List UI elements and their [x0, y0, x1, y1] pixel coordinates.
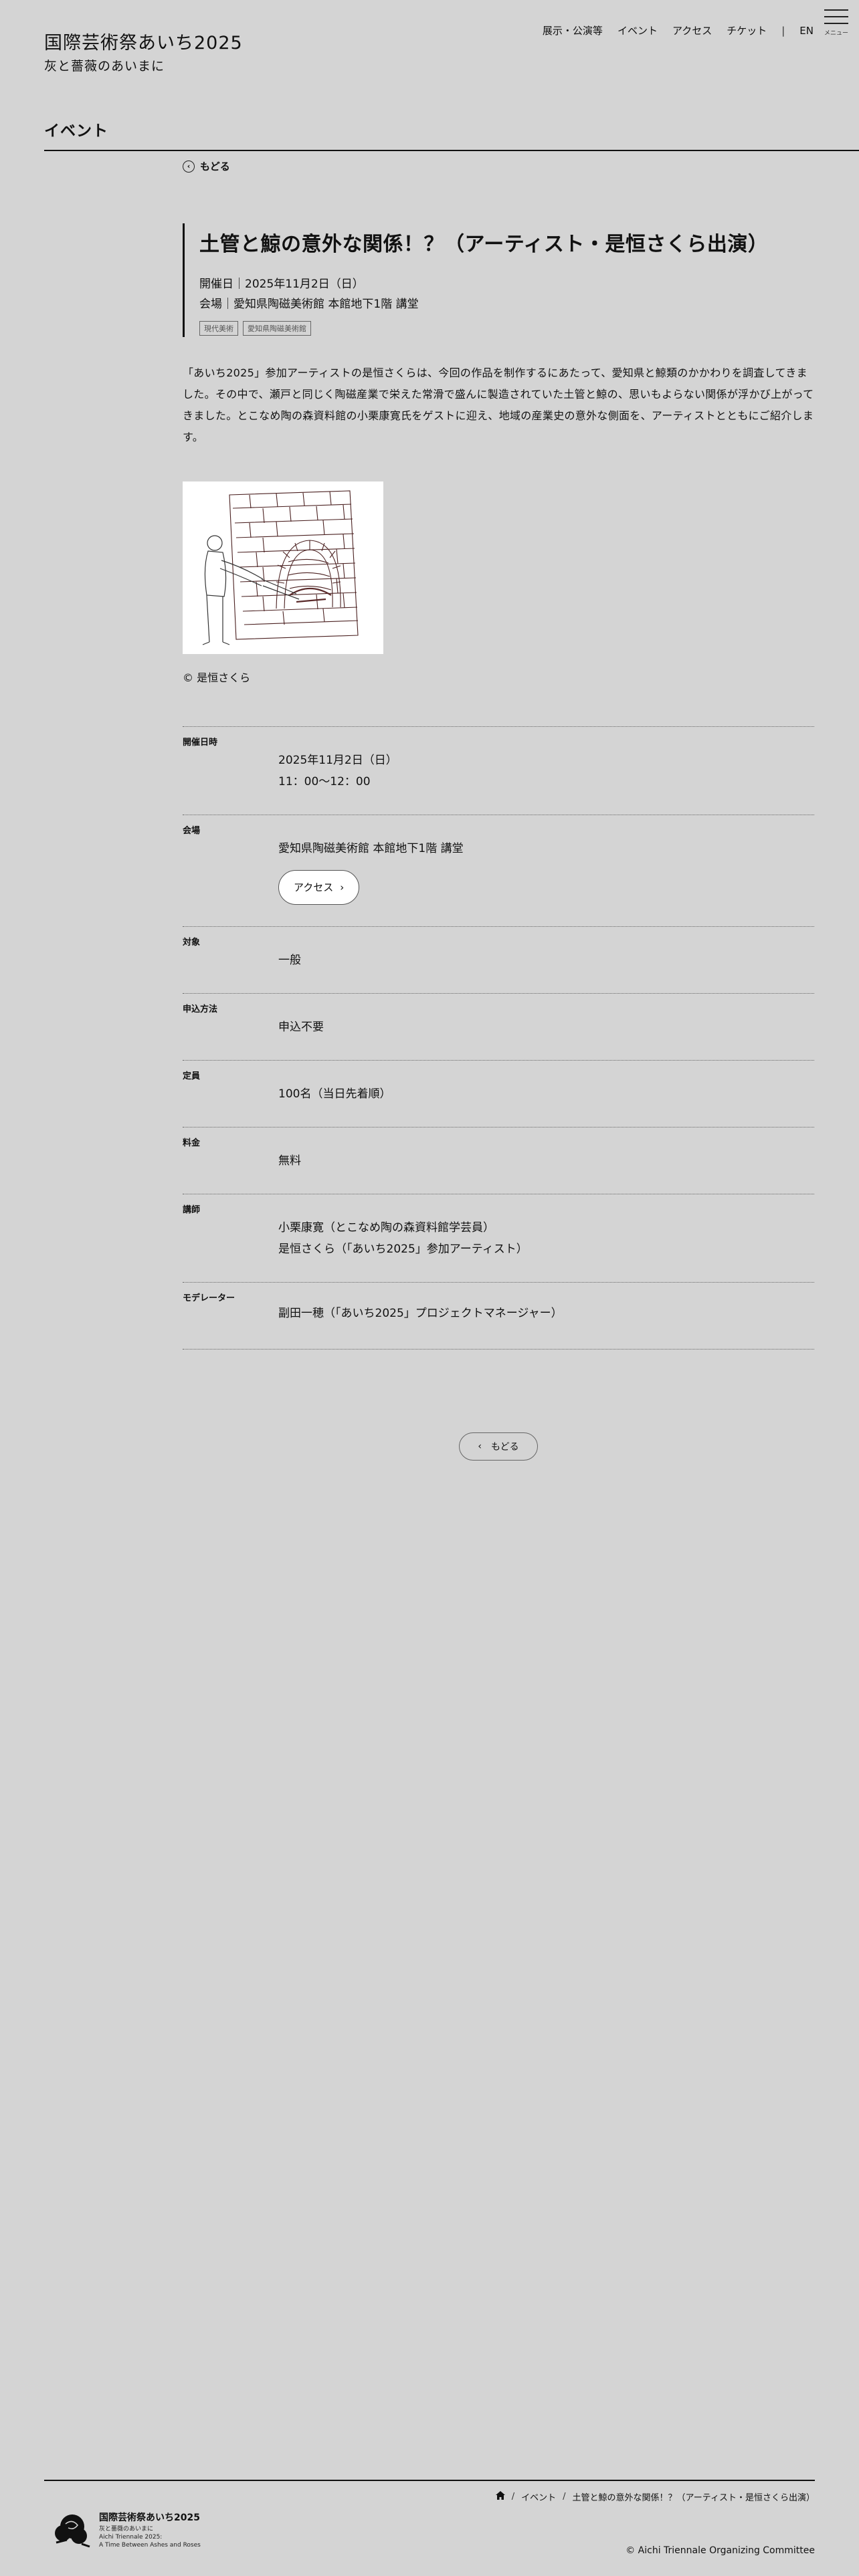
detail-row-moderator: モデレーター 副田一穂（「あいち2025」プロジェクトマネージャー） — [183, 1283, 814, 1350]
footer-logo-sub-2: Aichi Triennale 2025: — [99, 2534, 163, 2541]
site-title[interactable]: 国際芸術祭あいち2025 — [44, 28, 243, 54]
detail-row-capacity: 定員 100名（当日先着順） — [183, 1061, 814, 1128]
tag-list: 現代美術 愛知県陶磁美術館 — [199, 321, 814, 336]
hamburger-icon-bar — [824, 16, 848, 17]
event-description: 「あいち2025」参加アーティストの是恒さくらは、今回の作品を制作するにあたって… — [183, 366, 814, 443]
menu-label: メニュー — [824, 30, 848, 37]
copyright: © Aichi Triennale Organizing Committee — [626, 2545, 815, 2556]
access-button[interactable]: アクセス › — [278, 870, 360, 905]
hamburger-icon — [824, 9, 848, 11]
page-heading: イベント — [44, 118, 859, 151]
nav-item-tickets[interactable]: チケット — [727, 23, 767, 37]
detail-label: 講師 — [183, 1205, 201, 1215]
back-link-top[interactable]: ‹ もどる — [183, 159, 230, 173]
detail-row-venue: 会場 愛知県陶磁美術館 本館地下1階 講堂 アクセス › — [183, 815, 814, 927]
detail-row-apply: 申込方法 申込不要 — [183, 994, 814, 1061]
event-date: 開催日｜2025年11月2日（日） — [199, 278, 364, 291]
back-label: もどる — [200, 160, 230, 173]
detail-label: 開催日時 — [183, 738, 218, 748]
detail-time: 11：00〜12：00 — [278, 775, 371, 788]
kiln-drawing — [202, 490, 359, 645]
detail-value: 副田一穂（「あいち2025」プロジェクトマネージャー） — [278, 1307, 563, 1320]
detail-value: 小栗康寛（とこなめ陶の森資料館学芸員） 是恒さくら（「あいち2025」参加アーテ… — [183, 1194, 814, 1260]
back-label: もどる — [490, 1442, 519, 1453]
event-details: 開催日時 2025年11月2日（日） 11：00〜12：00 会場 愛知県陶磁美… — [183, 726, 814, 1350]
chevron-right-icon: › — [340, 881, 345, 893]
detail-value: 申込不要 — [278, 1021, 324, 1034]
event-meta: 開催日｜2025年11月2日（日） 会場｜愛知県陶磁美術館 本館地下1階 講堂 — [199, 274, 814, 314]
event-venue: 会場｜愛知県陶磁美術館 本館地下1階 講堂 — [199, 298, 419, 311]
tag-ceramic-museum[interactable]: 愛知県陶磁美術館 — [243, 321, 311, 336]
menu-button[interactable]: メニュー — [823, 9, 850, 39]
tag-contemporary-art[interactable]: 現代美術 — [199, 321, 238, 336]
breadcrumb-current: 土管と鯨の意外な関係！？（アーティスト・是恒さくら出演） — [572, 2493, 815, 2503]
detail-label: 料金 — [183, 1138, 201, 1148]
detail-value: 2025年11月2日（日） 11：00〜12：00 — [183, 727, 814, 792]
detail-label: 対象 — [183, 938, 201, 948]
hamburger-icon-bar — [824, 23, 848, 24]
detail-label: 会場 — [183, 826, 201, 836]
rose-logo-icon[interactable] — [50, 2506, 94, 2551]
detail-date: 2025年11月2日（日） — [278, 754, 397, 767]
detail-venue: 愛知県陶磁美術館 本館地下1階 講堂 — [278, 842, 464, 855]
lecturer-1: 小栗康寛（とこなめ陶の森資料館学芸員） — [278, 1221, 494, 1235]
detail-row-lecturer: 講師 小栗康寛（とこなめ陶の森資料館学芸員） 是恒さくら（「あいち2025」参加… — [183, 1194, 814, 1283]
chevron-left-icon: ‹ — [183, 160, 195, 173]
detail-value: 愛知県陶磁美術館 本館地下1階 講堂 アクセス › — [183, 815, 814, 905]
global-nav: 展示・公演等 イベント アクセス チケット | EN — [543, 23, 814, 37]
breadcrumb-separator: / — [563, 2492, 566, 2502]
event-header: 土管と鯨の意外な関係！？（アーティスト・是恒さくら出演） 開催日｜2025年11… — [183, 223, 814, 337]
image-credit: © 是恒さくら — [183, 671, 251, 684]
footer-logo-sub-1: 灰と薔薇のあいまに — [99, 2526, 154, 2533]
detail-label: モデレーター — [183, 1293, 235, 1303]
lecturer-2: 是恒さくら（「あいち2025」参加アーティスト） — [278, 1243, 528, 1256]
event-title: 土管と鯨の意外な関係！？（アーティスト・是恒さくら出演） — [199, 233, 769, 256]
nav-item-access[interactable]: アクセス — [672, 23, 712, 37]
detail-label: 定員 — [183, 1071, 201, 1081]
detail-value: 一般 — [278, 954, 301, 967]
breadcrumb-separator: / — [511, 2492, 515, 2502]
site-subtitle: 灰と薔薇のあいまに — [44, 59, 165, 74]
section-title: イベント — [44, 122, 108, 140]
detail-row-target: 対象 一般 — [183, 927, 814, 994]
access-button-label: アクセス — [294, 881, 334, 893]
event-illustration — [183, 481, 383, 654]
detail-row-fee: 料金 無料 — [183, 1128, 814, 1194]
detail-value: 無料 — [278, 1154, 301, 1168]
footer-logo-sub-3: A Time Between Ashes and Roses — [99, 2542, 201, 2549]
chevron-left-icon: ‹ — [478, 1441, 482, 1452]
nav-item-events[interactable]: イベント — [617, 23, 658, 37]
detail-label: 申込方法 — [183, 1004, 218, 1014]
footer-logo-name: 国際芸術祭あいち2025 — [99, 2512, 200, 2523]
lang-switch-en[interactable]: EN — [799, 25, 814, 37]
home-icon[interactable] — [495, 2491, 505, 2502]
footer: / イベント / 土管と鯨の意外な関係！？（アーティスト・是恒さくら出演） 国際… — [44, 2480, 815, 2556]
back-button-bottom[interactable]: ‹ もどる — [459, 1432, 538, 1461]
nav-separator: | — [781, 24, 785, 37]
nav-item-exhibitions[interactable]: 展示・公演等 — [543, 23, 603, 37]
breadcrumb: / イベント / 土管と鯨の意外な関係！？（アーティスト・是恒さくら出演） — [495, 2490, 815, 2503]
footer-logo-sub: 灰と薔薇のあいまに Aichi Triennale 2025: A Time B… — [99, 2525, 201, 2549]
breadcrumb-events[interactable]: イベント — [521, 2490, 556, 2503]
detail-row-date: 開催日時 2025年11月2日（日） 11：00〜12：00 — [183, 727, 814, 815]
detail-value: 100名（当日先着順） — [278, 1087, 391, 1101]
